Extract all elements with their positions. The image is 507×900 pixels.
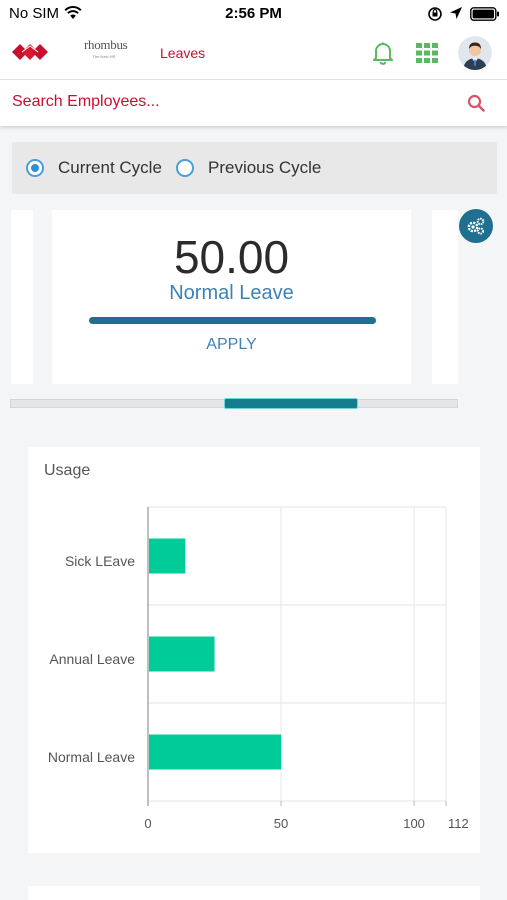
bell-icon[interactable]: [372, 41, 394, 65]
settings-button[interactable]: [459, 209, 493, 243]
radio-current-label: Current Cycle: [58, 158, 162, 177]
apps-grid-icon[interactable]: [416, 43, 438, 63]
search-bar: [0, 80, 507, 126]
x-tick-label: 100: [403, 816, 425, 831]
cycle-selector: Current Cycle Previous Cycle: [12, 142, 497, 194]
nav-title-leaves[interactable]: Leaves: [160, 45, 205, 61]
radio-previous-label: Previous Cycle: [208, 158, 322, 177]
previous-leave-card[interactable]: [11, 210, 33, 384]
leave-balance-bar: [89, 317, 376, 324]
usage-bar: [149, 636, 215, 672]
category-label: Annual Leave: [49, 651, 135, 667]
radio-previous-cycle[interactable]: Previous Cycle: [176, 158, 321, 178]
status-bar: No SIM 2:56 PM: [0, 0, 507, 28]
radio-unselected-indicator: [176, 159, 194, 177]
gears-icon: [467, 217, 485, 235]
next-leave-card[interactable]: [432, 210, 458, 384]
battery-icon: [470, 7, 499, 21]
brand-name: rhombus: [84, 37, 128, 52]
app-header: rhombus The New HR Leaves: [0, 28, 507, 80]
x-tick-label: 50: [274, 816, 288, 831]
x-tick-label: 0: [144, 816, 151, 831]
avatar[interactable]: [458, 36, 492, 70]
category-label: Sick LEave: [65, 553, 135, 569]
company-logo[interactable]: [12, 41, 48, 63]
next-card: [28, 886, 480, 900]
search-icon[interactable]: [467, 94, 485, 112]
leave-type-label: Normal Leave: [169, 282, 294, 304]
leave-balance-amount: 50.00: [173, 231, 290, 283]
rotation-lock-icon: [428, 7, 442, 21]
usage-card: Usage 0 50 100 112 Sick LEave Annual Leave Nor…: [28, 447, 480, 853]
usage-bar: [149, 538, 186, 574]
category-label: Normal Leave: [48, 749, 135, 765]
brand-tagline: The New HR: [92, 54, 116, 59]
carousel-scroll-thumb[interactable]: [224, 398, 358, 409]
leave-balance-card[interactable]: 50.00 Normal Leave APPLY: [52, 210, 411, 384]
apply-button[interactable]: APPLY: [52, 336, 411, 354]
x-tick-label: 112: [448, 816, 469, 831]
usage-bar: [149, 734, 282, 770]
search-input[interactable]: [12, 90, 452, 114]
radio-selected-indicator: [26, 159, 44, 177]
brand-logo: rhombus The New HR: [84, 37, 128, 59]
location-arrow-icon: [450, 7, 462, 19]
usage-chart: 0 50 100 112 Sick LEave Annual Leave Normal Le…: [48, 506, 469, 831]
radio-current-cycle[interactable]: Current Cycle: [26, 158, 162, 178]
